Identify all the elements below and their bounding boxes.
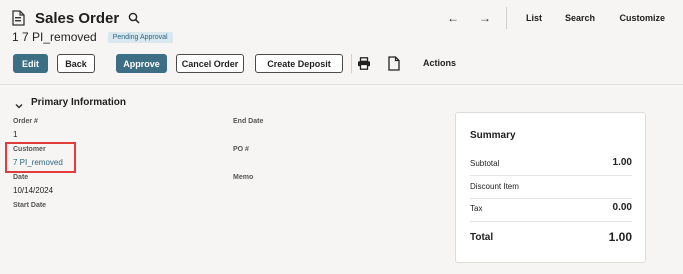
search-icon[interactable]: [128, 12, 140, 24]
search-link[interactable]: Search: [565, 13, 595, 23]
total-label: Total: [470, 232, 494, 243]
total-row: Total 1.00: [470, 230, 632, 245]
date-label: Date: [13, 174, 29, 181]
cancel-order-button[interactable]: Cancel Order: [176, 54, 244, 73]
subtotal-row: Subtotal 1.00: [470, 157, 632, 171]
chevron-down-icon[interactable]: [14, 98, 24, 109]
subtotal-label: Subtotal: [470, 159, 500, 168]
edit-button[interactable]: Edit: [13, 54, 48, 73]
previous-record-arrow-icon[interactable]: ←: [446, 11, 460, 25]
summary-divider: [470, 198, 632, 199]
order-number-value: 1: [13, 130, 18, 139]
nav-divider: [506, 7, 507, 29]
discount-row: Discount Item: [470, 180, 632, 194]
action-toolbar: Edit Back Approve Cancel Order Create De…: [13, 54, 463, 73]
total-value: 1.00: [608, 230, 632, 244]
summary-divider: [470, 175, 632, 176]
tax-row: Tax 0.00: [470, 202, 632, 216]
record-name: 1 7 PI_removed: [12, 30, 97, 44]
po-number-label: PO #: [233, 146, 249, 153]
summary-title: Summary: [470, 130, 516, 141]
header-divider: [0, 84, 683, 85]
discount-label: Discount Item: [470, 182, 519, 191]
start-date-label: Start Date: [13, 202, 47, 209]
memo-label: Memo: [233, 174, 254, 181]
order-number-label: Order #: [13, 118, 38, 125]
customize-link[interactable]: Customize: [619, 13, 665, 23]
approve-button[interactable]: Approve: [116, 54, 167, 73]
end-date-label: End Date: [233, 118, 264, 125]
document-icon: [12, 10, 25, 26]
record-subheader: 1 7 PI_removed Pending Approval: [12, 30, 173, 44]
section-title: Primary Information: [31, 97, 127, 108]
highlight-box: [5, 142, 76, 173]
create-deposit-button[interactable]: Create Deposit: [255, 54, 343, 73]
date-value: 10/14/2024: [13, 186, 54, 195]
subtotal-value: 1.00: [612, 157, 632, 168]
tax-value: 0.00: [612, 202, 632, 213]
print-icon[interactable]: [357, 57, 371, 70]
status-badge: Pending Approval: [107, 31, 173, 43]
page-header: Sales Order: [12, 8, 140, 28]
page-title: Sales Order: [35, 9, 120, 27]
top-navigation: ← → List Search Customize: [423, 7, 683, 29]
actions-menu[interactable]: Actions: [423, 58, 456, 68]
back-button[interactable]: Back: [57, 54, 95, 73]
primary-information-header[interactable]: Primary Information: [14, 97, 127, 109]
list-link[interactable]: List: [526, 13, 542, 23]
next-record-arrow-icon[interactable]: →: [478, 11, 492, 25]
toolbar-divider: [351, 54, 352, 73]
tax-label: Tax: [470, 204, 483, 213]
summary-divider: [470, 221, 632, 222]
document-page-icon[interactable]: [388, 56, 400, 71]
summary-card: Summary Subtotal 1.00 Discount Item Tax …: [455, 112, 646, 263]
